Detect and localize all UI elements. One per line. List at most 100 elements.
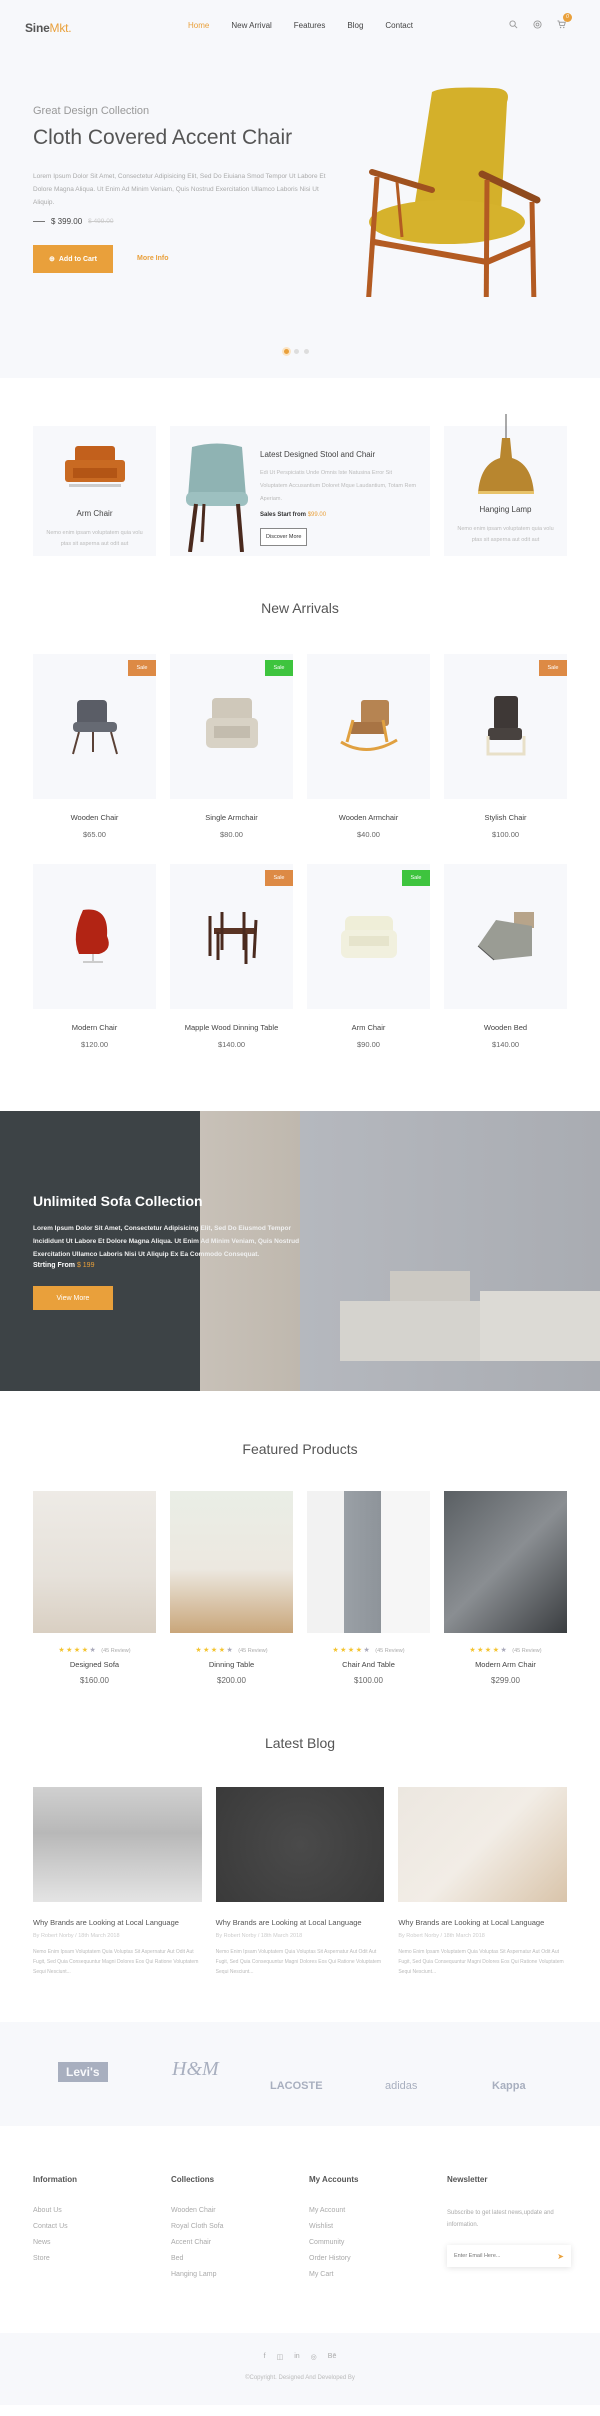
rating-stars: ★★★★★ (45 Review) [58, 1647, 131, 1654]
product-card[interactable]: Sale Single Armchair $80.00 [170, 654, 293, 839]
product-name[interactable]: Dinning Table [170, 1660, 293, 1669]
product-image[interactable]: Sale [170, 864, 293, 1009]
footer-link[interactable]: Community [309, 2239, 447, 2246]
review-count: (45 Review) [238, 1648, 268, 1654]
featured-product-card[interactable]: ★★★★★ (45 Review) Designed Sofa $160.00 [33, 1491, 156, 1685]
featured-product-image[interactable] [444, 1491, 567, 1633]
brand-levis-logo[interactable]: Levi's [58, 2062, 108, 2082]
blog-card[interactable]: Why Brands are Looking at Local Language… [33, 1787, 202, 1977]
footer-link[interactable]: Accent Chair [171, 2239, 309, 2246]
product-card[interactable]: Wooden Bed $140.00 [444, 864, 567, 1049]
blog-image[interactable] [398, 1787, 568, 1902]
product-name[interactable]: Wooden Armchair [307, 813, 430, 822]
category-row: Arm Chair Nemo enim ipsam voluptatem qui… [0, 414, 600, 556]
footer-link[interactable]: Hanging Lamp [171, 2271, 309, 2278]
footer-link[interactable]: My Cart [309, 2271, 447, 2278]
product-name[interactable]: Modern Arm Chair [444, 1660, 567, 1669]
nav-new-arrival[interactable]: New Arrival [231, 21, 271, 30]
footer-link[interactable]: About Us [33, 2207, 171, 2214]
product-name[interactable]: Chair And Table [307, 1660, 430, 1669]
cart-icon[interactable]: 0 [556, 13, 572, 32]
category-hanging-lamp[interactable]: Hanging Lamp Nemo enim ipsam voluptatem … [444, 414, 567, 556]
blog-card[interactable]: Why Brands are Looking at Local Language… [215, 1787, 385, 1977]
product-image[interactable] [307, 654, 430, 799]
footer-link[interactable]: My Account [309, 2207, 447, 2214]
category-arm-chair[interactable]: Arm Chair Nemo enim ipsam voluptatem qui… [33, 426, 156, 556]
footer-column-title: Collections [171, 2175, 215, 2184]
product-image[interactable]: Sale [444, 654, 567, 799]
blog-image[interactable] [33, 1787, 202, 1902]
product-name[interactable]: Designed Sofa [33, 1660, 156, 1669]
brand-adidas-logo[interactable]: adidas [385, 2080, 417, 2092]
more-info-link[interactable]: More Info [137, 255, 169, 262]
blog-title[interactable]: Why Brands are Looking at Local Language [33, 1918, 202, 1927]
stool-chair-image [186, 443, 248, 552]
featured-product-card[interactable]: ★★★★★ (45 Review) Dinning Table $200.00 [170, 1491, 293, 1685]
product-card[interactable]: Sale Mapple Wood Dinning Table $140.00 [170, 864, 293, 1049]
product-name[interactable]: Wooden Bed [444, 1023, 567, 1032]
featured-product-image[interactable] [170, 1491, 293, 1633]
footer-link[interactable]: Royal Cloth Sofa [171, 2223, 309, 2230]
discover-more-button[interactable]: Discover More [260, 528, 308, 546]
nav-home[interactable]: Home [188, 21, 209, 30]
add-to-cart-button[interactable]: ⊕ Add to Cart [33, 245, 113, 273]
search-icon[interactable] [508, 20, 519, 32]
product-card[interactable]: Sale Stylish Chair $100.00 [444, 654, 567, 839]
blog-excerpt: Nemo Enim Ipsam Voluptatem Quia Voluptas… [398, 1949, 564, 1975]
product-card[interactable]: Modern Chair $120.00 [33, 864, 156, 1049]
linkedin-icon[interactable]: in [294, 2353, 299, 2361]
brand-lacoste-logo[interactable]: LACOSTE [270, 2080, 323, 2092]
footer: Information About Us Contact Us News Store … [0, 2175, 600, 2287]
product-image[interactable]: Sale [307, 864, 430, 1009]
brand-hm-logo[interactable]: H&M [172, 2058, 219, 2081]
email-input[interactable] [454, 2253, 544, 2259]
settings-icon[interactable] [532, 20, 543, 32]
product-card[interactable]: Wooden Armchair $40.00 [307, 654, 430, 839]
nav-features[interactable]: Features [294, 21, 326, 30]
view-more-button[interactable]: View More [33, 1286, 113, 1310]
product-image[interactable]: Sale [170, 654, 293, 799]
product-name[interactable]: Arm Chair [307, 1023, 430, 1032]
instagram-icon[interactable]: ◫ [277, 2353, 284, 2361]
slide-dot-2[interactable] [294, 349, 299, 354]
product-name[interactable]: Single Armchair [170, 813, 293, 822]
blog-image[interactable] [215, 1787, 385, 1902]
product-price: $90.00 [357, 1040, 380, 1049]
featured-product-card[interactable]: ★★★★★ (45 Review) Chair And Table $100.00 [307, 1491, 430, 1685]
brand-kappa-logo[interactable]: Kappa [492, 2080, 526, 2092]
footer-link[interactable]: Contact Us [33, 2223, 171, 2230]
facebook-icon[interactable]: f [264, 2353, 266, 2361]
arm-chair-image [64, 446, 125, 487]
slide-dot-1[interactable] [284, 349, 289, 354]
behance-icon[interactable]: Bē [328, 2353, 337, 2361]
product-photo [477, 911, 534, 960]
blog-title[interactable]: Why Brands are Looking at Local Language [398, 1918, 567, 1927]
footer-link[interactable]: Wishlist [309, 2223, 447, 2230]
footer-link[interactable]: Store [33, 2255, 171, 2262]
blog-card[interactable]: Why Brands are Looking at Local Language… [398, 1787, 568, 1977]
featured-product-card[interactable]: ★★★★★ (45 Review) Modern Arm Chair $299.0… [444, 1491, 567, 1685]
pinterest-icon[interactable]: ◎ [311, 2353, 317, 2361]
product-image[interactable] [33, 864, 156, 1009]
product-card[interactable]: Sale Wooden Chair $65.00 [33, 654, 156, 839]
send-icon[interactable]: ➤ [557, 2252, 564, 2261]
product-image[interactable]: Sale [33, 654, 156, 799]
nav-blog[interactable]: Blog [347, 21, 363, 30]
product-name[interactable]: Wooden Chair [33, 813, 156, 822]
footer-link[interactable]: Order History [309, 2255, 447, 2262]
footer-column-title: My Accounts [309, 2175, 359, 2184]
featured-product-image[interactable] [33, 1491, 156, 1633]
product-image[interactable] [444, 864, 567, 1009]
footer-link[interactable]: Wooden Chair [171, 2207, 309, 2214]
nav-contact[interactable]: Contact [385, 21, 413, 30]
blog-title[interactable]: Why Brands are Looking at Local Language [216, 1918, 385, 1927]
product-card[interactable]: Sale Arm Chair $90.00 [307, 864, 430, 1049]
footer-link[interactable]: Bed [171, 2255, 309, 2262]
slide-dot-3[interactable] [304, 349, 309, 354]
product-name[interactable]: Mapple Wood Dinning Table [170, 1023, 293, 1032]
featured-product-image[interactable] [307, 1491, 430, 1633]
product-name[interactable]: Modern Chair [33, 1023, 156, 1032]
logo[interactable]: SineMkt. [25, 21, 72, 35]
footer-link[interactable]: News [33, 2239, 171, 2246]
product-name[interactable]: Stylish Chair [444, 813, 567, 822]
